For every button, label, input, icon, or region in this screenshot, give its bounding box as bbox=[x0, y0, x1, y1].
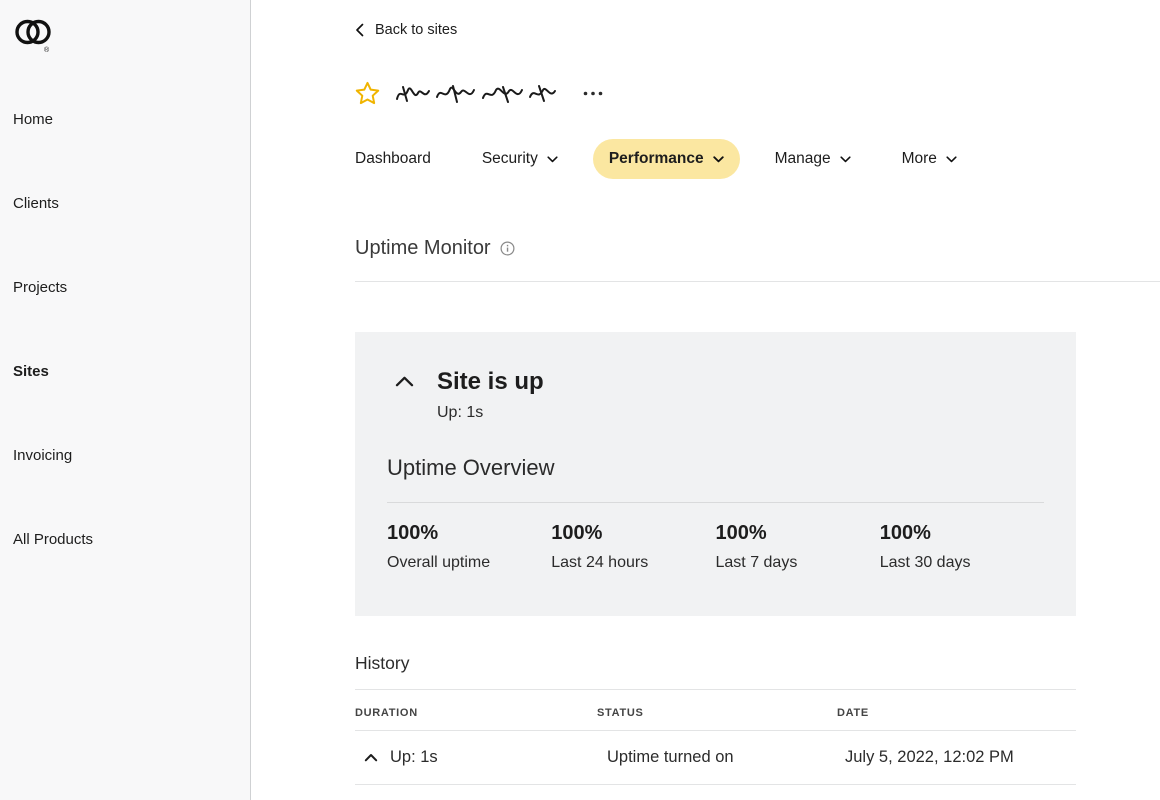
sidebar-item-invoicing[interactable]: Invoicing bbox=[13, 446, 250, 466]
cell-date: July 5, 2022, 12:02 PM bbox=[845, 748, 1014, 766]
site-name-scribble bbox=[393, 79, 563, 107]
stat-label: Overall uptime bbox=[387, 554, 491, 571]
site-options-button[interactable] bbox=[579, 87, 607, 100]
stat-value: 100% bbox=[879, 522, 931, 544]
table-row: Up: 1s Uptime turned on July 5, 2022, 12… bbox=[355, 731, 1076, 785]
tab-manage[interactable]: Manage bbox=[759, 139, 867, 179]
row-expand-button[interactable] bbox=[364, 753, 378, 762]
column-header-status: Status bbox=[597, 707, 644, 719]
status-head: Site is up Up: 1s bbox=[387, 368, 1044, 422]
uptime-monitor-header: Uptime Monitor bbox=[355, 237, 1160, 282]
chevron-down-icon bbox=[547, 155, 558, 163]
back-to-sites-label: Back to sites bbox=[375, 22, 458, 38]
stat-overall-uptime: 100% Overall uptime bbox=[387, 522, 551, 572]
sidebar-item-clients[interactable]: Clients bbox=[13, 194, 250, 214]
chevron-left-icon bbox=[355, 23, 364, 37]
tab-performance-label: Performance bbox=[608, 150, 704, 167]
sidebar-item-projects[interactable]: Projects bbox=[13, 278, 250, 298]
uptime-info-button[interactable] bbox=[500, 241, 515, 256]
sidebar-nav: Home Clients Projects Sites Invoicing Al… bbox=[13, 110, 250, 550]
tab-more-label: More bbox=[901, 150, 937, 167]
stat-label: Last 7 days bbox=[715, 554, 798, 571]
status-texts: Site is up Up: 1s bbox=[437, 368, 544, 422]
star-icon bbox=[355, 81, 380, 105]
column-header-duration: Duration bbox=[355, 707, 418, 719]
sidebar-item-home[interactable]: Home bbox=[13, 110, 250, 130]
section-title: Uptime Monitor bbox=[355, 237, 491, 259]
ellipsis-icon bbox=[583, 91, 603, 96]
uptime-overview-title: Uptime Overview bbox=[387, 455, 555, 480]
table-header-row: Duration Status Date bbox=[355, 690, 1076, 731]
sidebar-item-sites[interactable]: Sites bbox=[13, 362, 250, 382]
stat-label: Last 24 hours bbox=[551, 554, 649, 571]
stat-last-7-days: 100% Last 7 days bbox=[716, 522, 880, 572]
column-header-date: Date bbox=[837, 707, 869, 719]
history-table: Duration Status Date Up: 1s Uptime turne… bbox=[355, 690, 1076, 785]
godaddy-logo[interactable]: ® bbox=[13, 16, 250, 54]
tab-security-label: Security bbox=[481, 150, 538, 167]
sidebar-item-all-products[interactable]: All Products bbox=[13, 530, 250, 550]
stat-last-24-hours: 100% Last 24 hours bbox=[551, 522, 715, 572]
overview-divider bbox=[387, 502, 1044, 503]
sidebar: ® Home Clients Projects Sites Invoicing … bbox=[0, 0, 251, 800]
tab-performance[interactable]: Performance bbox=[592, 139, 740, 179]
tab-more[interactable]: More bbox=[886, 139, 973, 179]
main-content: Back to sites Dashboard Security Perform… bbox=[251, 0, 1160, 800]
info-icon bbox=[500, 241, 515, 256]
stat-value: 100% bbox=[551, 522, 603, 544]
chevron-up-icon bbox=[364, 753, 378, 762]
chevron-down-icon bbox=[946, 155, 957, 163]
history-title: History bbox=[355, 653, 410, 673]
cell-status: Uptime turned on bbox=[607, 748, 734, 766]
tab-dashboard-label: Dashboard bbox=[355, 150, 431, 167]
tab-manage-label: Manage bbox=[774, 150, 831, 167]
chevron-down-icon bbox=[840, 155, 851, 163]
favorite-star-button[interactable] bbox=[355, 81, 380, 105]
status-title: Site is up bbox=[437, 368, 544, 395]
stat-label: Last 30 days bbox=[879, 554, 971, 571]
row-duration-label: Up: 1s bbox=[390, 748, 438, 766]
site-title-row bbox=[355, 79, 1160, 107]
uptime-stats: 100% Overall uptime 100% Last 24 hours 1… bbox=[387, 522, 1044, 572]
chevron-down-icon bbox=[712, 155, 724, 163]
cell-duration: Up: 1s bbox=[355, 731, 597, 784]
status-duration: Up: 1s bbox=[437, 404, 484, 421]
uptime-status-card: Site is up Up: 1s Uptime Overview 100% O… bbox=[355, 332, 1076, 616]
svg-text:®: ® bbox=[44, 46, 50, 54]
chevron-up-icon bbox=[395, 376, 414, 387]
tab-security[interactable]: Security bbox=[466, 139, 574, 179]
back-to-sites-button[interactable]: Back to sites bbox=[355, 22, 457, 38]
collapse-status-button[interactable] bbox=[395, 368, 414, 387]
site-tabs: Dashboard Security Performance Manage Mo… bbox=[339, 139, 1160, 179]
stat-last-30-days: 100% Last 30 days bbox=[880, 522, 1044, 572]
tab-dashboard[interactable]: Dashboard bbox=[339, 139, 447, 179]
stat-value: 100% bbox=[387, 522, 439, 544]
stat-value: 100% bbox=[715, 522, 767, 544]
